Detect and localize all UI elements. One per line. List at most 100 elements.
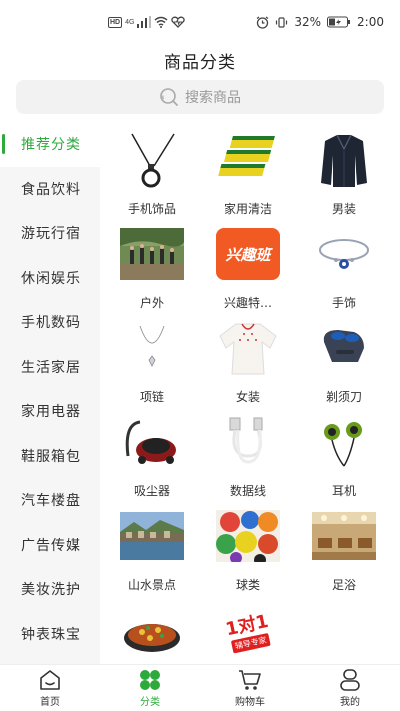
category-necklace[interactable]: 项链 <box>104 318 200 412</box>
sidebar-item-travel-stay[interactable]: 游玩行宿 <box>0 211 100 256</box>
logo-text: 兴趣班 <box>225 245 271 264</box>
balls-photo <box>215 506 281 566</box>
sidebar-item-cars-property[interactable]: 汽车楼盘 <box>0 478 100 523</box>
search-input[interactable]: 搜索商品 <box>16 80 384 114</box>
sidebar-item-label: 钟表珠宝 <box>21 626 81 643</box>
hd-badge: HD <box>108 16 123 28</box>
category-menswear[interactable]: 男装 <box>296 130 392 224</box>
status-left-icons: HD 4G <box>108 14 186 30</box>
tab-home[interactable]: 首页 <box>0 665 100 711</box>
category-balls[interactable]: 球类 <box>200 506 296 600</box>
interest-class-logo: 兴趣班 <box>215 224 281 284</box>
profile-icon <box>340 668 360 691</box>
category-interest-class[interactable]: 兴趣班 兴趣特… <box>200 224 296 318</box>
tab-label: 分类 <box>140 696 160 708</box>
home-icon <box>40 669 60 690</box>
category-vacuum[interactable]: 吸尘器 <box>104 412 200 506</box>
bracelet-icon <box>311 224 377 284</box>
category-outdoor[interactable]: 户外 <box>104 224 200 318</box>
sidebar-item-label: 推荐分类 <box>21 137 81 154</box>
sidebar-item-label: 游玩行宿 <box>21 226 81 243</box>
shaver-icon <box>311 318 377 378</box>
category-womenswear[interactable]: 女装 <box>200 318 296 412</box>
search-placeholder: 搜索商品 <box>185 90 241 106</box>
category-icon <box>140 669 160 690</box>
alarm-icon <box>257 16 269 29</box>
active-indicator <box>2 134 5 154</box>
status-bar: HD 4G 32% 2:00 <box>0 0 400 44</box>
sidebar-item-watches-jewelry[interactable]: 钟表珠宝 <box>0 612 100 657</box>
womens-top-icon <box>215 318 281 378</box>
category-hand-accessories[interactable]: 手饰 <box>296 224 392 318</box>
scenic-spot-photo <box>119 506 185 566</box>
battery-icon <box>327 16 351 28</box>
category-label: 球类 <box>235 578 260 592</box>
category-tutoring-promo[interactable]: 1对1 辅导专家 <box>200 600 296 664</box>
category-label: 山水景点 <box>127 578 176 592</box>
sidebar-item-appliances[interactable]: 家用电器 <box>0 389 100 434</box>
sidebar-item-apparel-bags[interactable]: 鞋服箱包 <box>0 434 100 479</box>
wifi-icon <box>154 16 168 28</box>
category-food-dish[interactable] <box>104 600 200 664</box>
category-sidebar: 推荐分类 食品饮料 游玩行宿 休闲娱乐 手机数码 生活家居 家用电器 鞋服箱包 … <box>0 122 100 664</box>
sidebar-item-food-drinks[interactable]: 食品饮料 <box>0 167 100 212</box>
tab-label: 首页 <box>40 696 60 708</box>
category-label: 户外 <box>139 296 164 310</box>
category-label: 男装 <box>331 202 356 216</box>
sidebar-item-beauty[interactable]: 美妆洗护 <box>0 567 100 612</box>
category-data-cable[interactable]: 数据线 <box>200 412 296 506</box>
sidebar-item-leisure[interactable]: 休闲娱乐 <box>0 256 100 301</box>
sidebar-item-label: 家用电器 <box>21 404 81 421</box>
tab-category[interactable]: 分类 <box>100 665 200 711</box>
sidebar-item-label: 生活家居 <box>21 359 81 376</box>
sidebar-item-home-living[interactable]: 生活家居 <box>0 345 100 390</box>
earphones-icon <box>311 412 377 472</box>
heart-rate-icon <box>171 16 186 28</box>
category-earphones[interactable]: 耳机 <box>296 412 392 506</box>
signal-icon <box>137 16 152 28</box>
sidebar-item-label: 美妆洗护 <box>21 582 81 599</box>
sidebar-item-recommended[interactable]: 推荐分类 <box>0 122 100 167</box>
sidebar-item-label: 广告传媒 <box>21 537 81 554</box>
category-household-cleaning[interactable]: 家用清洁 <box>200 130 296 224</box>
page-title: 商品分类 <box>164 53 236 73</box>
vibrate-icon <box>276 16 288 28</box>
category-foot-spa[interactable]: 足浴 <box>296 506 392 600</box>
sidebar-item-label: 鞋服箱包 <box>21 448 81 465</box>
battery-percent: 32% <box>294 15 322 29</box>
necklace-icon <box>119 318 185 378</box>
cart-icon <box>239 669 261 690</box>
tab-label: 我的 <box>340 696 360 708</box>
food-dish-photo <box>119 600 185 660</box>
tab-label: 购物车 <box>235 696 265 708</box>
category-shaver[interactable]: 剃须刀 <box>296 318 392 412</box>
sidebar-item-label: 汽车楼盘 <box>21 493 81 510</box>
sidebar-item-advertising[interactable]: 广告传媒 <box>0 523 100 568</box>
sidebar-item-label: 食品饮料 <box>21 181 81 198</box>
category-grid: 手机饰品 家用清洁 男装 户外 兴趣班 兴趣特… 手饰 项链 女装 剃须刀 吸尘… <box>104 130 394 664</box>
phone-lanyard-icon <box>119 130 185 190</box>
search-icon <box>160 88 178 106</box>
sidebar-item-label: 休闲娱乐 <box>21 270 81 287</box>
sidebar-item-phones-digital[interactable]: 手机数码 <box>0 300 100 345</box>
foot-spa-photo <box>311 506 377 566</box>
outdoor-photo <box>119 224 185 284</box>
status-right-icons: 32% 2:00 <box>256 14 384 30</box>
category-label: 剃须刀 <box>325 390 362 404</box>
category-label: 兴趣特… <box>223 296 272 310</box>
category-label: 吸尘器 <box>133 484 170 498</box>
category-label: 手饰 <box>331 296 356 310</box>
category-phone-accessories[interactable]: 手机饰品 <box>104 130 200 224</box>
network-type-label: 4G <box>125 18 135 26</box>
category-label: 手机饰品 <box>127 202 176 216</box>
category-label: 足浴 <box>331 578 356 592</box>
tab-cart[interactable]: 购物车 <box>200 665 300 711</box>
category-scenic-spots[interactable]: 山水景点 <box>104 506 200 600</box>
clock: 2:00 <box>357 15 384 29</box>
category-label: 女装 <box>235 390 260 404</box>
promo-badge-logo: 1对1 辅导专家 <box>215 600 281 660</box>
category-label: 耳机 <box>331 484 356 498</box>
tab-profile[interactable]: 我的 <box>300 665 400 711</box>
category-label: 项链 <box>139 390 164 404</box>
category-label: 家用清洁 <box>223 202 272 216</box>
